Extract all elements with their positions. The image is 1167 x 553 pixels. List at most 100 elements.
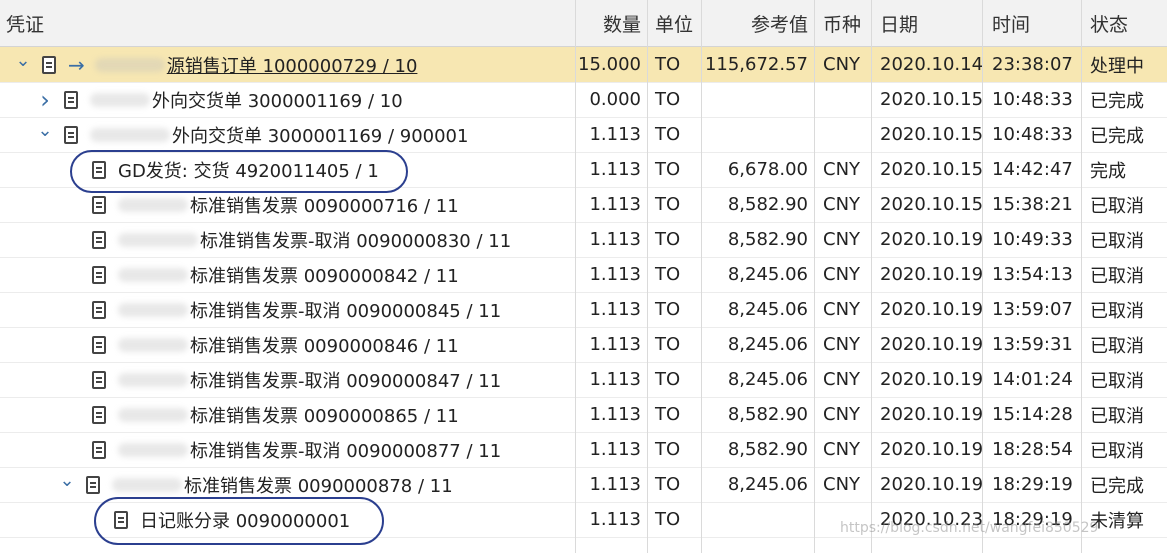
cell-status: 已完成 (1090, 90, 1144, 112)
cell-date: 2020.10.15 (880, 194, 982, 215)
cell-voucher[interactable]: ⌄ 外向交货单 3000001169 / 900001 (0, 117, 575, 152)
column-divider (575, 0, 576, 553)
table-row[interactable]: ⌄ → 源销售订单 1000000729 / 10 15.000 TO 115,672.5… (0, 47, 1167, 83)
redacted-text (118, 302, 188, 317)
cell-currency: CNY (823, 194, 861, 215)
chevron-down-icon[interactable]: ⌄ (36, 120, 54, 141)
cell-voucher[interactable]: 标准销售发票-取消 0090000845 / 11 (0, 292, 575, 327)
cell-time: 15:38:21 (992, 194, 1073, 215)
cell-voucher[interactable]: 标准销售发票-取消 0090000877 / 11 (0, 432, 575, 467)
cell-currency: CNY (823, 264, 861, 285)
document-label: 标准销售发票 0090000846 / 11 (190, 335, 459, 357)
cell-voucher[interactable]: 标准销售发票-取消 0090000847 / 11 (0, 362, 575, 397)
cell-status: 已完成 (1090, 125, 1144, 147)
document-icon (92, 440, 106, 459)
col-header-reference-value[interactable]: 参考值 (701, 0, 814, 46)
table-row[interactable]: GD发货: 交货 4920011405 / 1 1.113 TO 6,678.00 CN… (0, 152, 1167, 188)
document-label: 日记账分录 0090000001 (140, 510, 351, 532)
table-row[interactable]: 标准销售发票-取消 0090000847 / 11 1.113 TO 8,245.06… (0, 362, 1167, 398)
chevron-right-icon[interactable]: › (36, 86, 54, 114)
cell-voucher[interactable]: 标准销售发票-取消 0090000830 / 11 (0, 222, 575, 257)
col-header-time[interactable]: 时间 (982, 0, 1081, 46)
table-row[interactable]: 标准销售发票-取消 0090000845 / 11 1.113 TO 8,245.06… (0, 292, 1167, 328)
cell-voucher[interactable]: 标准销售发票 0090000716 / 11 (0, 187, 575, 222)
cell-status: 已取消 (1090, 335, 1144, 357)
col-header-unit[interactable]: 单位 (647, 0, 701, 46)
cell-status: 已取消 (1090, 300, 1144, 322)
document-icon (42, 55, 56, 74)
cell-status: 已取消 (1090, 440, 1144, 462)
cell-voucher[interactable]: ⌄ 标准销售发票 0090000878 / 11 (0, 467, 575, 502)
cell-currency: CNY (823, 229, 861, 250)
table-row[interactable]: 标准销售发票 0090000842 / 11 1.113 TO 8,245.06 CNY… (0, 257, 1167, 293)
cell-quantity: 0.000 (589, 89, 641, 110)
document-label[interactable]: 源销售订单 1000000729 / 10 (167, 52, 418, 78)
cell-time: 18:29:19 (992, 474, 1073, 495)
document-label: 标准销售发票-取消 0090000845 / 11 (190, 300, 502, 322)
cell-quantity: 1.113 (589, 474, 641, 495)
column-divider (982, 0, 983, 553)
table-row[interactable]: 标准销售发票 0090000846 / 11 1.113 TO 8,245.06 CNY… (0, 327, 1167, 363)
cell-reference-value: 8,582.90 (727, 194, 808, 215)
table-header: 凭证 数量 单位 参考值 币种 日期 时间 状态 (0, 0, 1167, 47)
cell-quantity: 1.113 (589, 404, 641, 425)
cell-quantity: 1.113 (589, 509, 641, 530)
col-header-status[interactable]: 状态 (1081, 0, 1167, 46)
table-row[interactable]: 标准销售发票 0090000865 / 11 1.113 TO 8,582.90 CNY… (0, 397, 1167, 433)
cell-unit: TO (655, 299, 681, 320)
cell-unit: TO (655, 229, 681, 250)
col-header-date[interactable]: 日期 (871, 0, 982, 46)
document-label: 标准销售发票 0090000716 / 11 (190, 195, 459, 217)
redacted-text (118, 197, 188, 212)
cell-reference-value (701, 117, 814, 152)
cell-unit: TO (655, 439, 681, 460)
column-divider (871, 0, 872, 553)
table-row[interactable]: 标准销售发票 0090000716 / 11 1.113 TO 8,582.90 CNY… (0, 187, 1167, 223)
table-row[interactable]: ⌄ 外向交货单 3000001169 / 900001 1.113 TO 2020.10… (0, 117, 1167, 153)
cell-time: 18:28:54 (992, 439, 1073, 460)
cell-reference-value: 8,582.90 (727, 404, 808, 425)
cell-reference-value: 8,245.06 (727, 474, 808, 495)
table-row[interactable]: › 外向交货单 3000001169 / 10 0.000 TO 2020.10.15 1… (0, 82, 1167, 118)
document-label: 标准销售发票-取消 0090000847 / 11 (190, 370, 502, 392)
cell-time: 23:38:07 (992, 54, 1073, 75)
redacted-text (118, 337, 188, 352)
cell-voucher[interactable]: 标准销售发票 0090000846 / 11 (0, 327, 575, 362)
redacted-text (118, 267, 188, 282)
document-label: GD发货: 交货 4920011405 / 1 (118, 160, 379, 182)
cell-status: 完成 (1090, 160, 1126, 182)
cell-date: 2020.10.15 (880, 159, 982, 180)
cell-voucher[interactable]: GD发货: 交货 4920011405 / 1 (0, 152, 575, 187)
document-flow-table: 凭证 数量 单位 参考值 币种 日期 时间 状态 ⌄ → 源销售订单 1000000… (0, 0, 1167, 553)
table-row[interactable]: 标准销售发票-取消 0090000830 / 11 1.113 TO 8,582.90… (0, 222, 1167, 258)
cell-reference-value: 8,582.90 (727, 229, 808, 250)
cell-date: 2020.10.14 (880, 54, 982, 75)
table-row[interactable]: ⌄ 标准销售发票 0090000878 / 11 1.113 TO 8,245.06 CN… (0, 467, 1167, 503)
cell-unit: TO (655, 54, 681, 75)
column-divider (647, 0, 648, 553)
redacted-text (118, 372, 188, 387)
col-header-quantity[interactable]: 数量 (575, 0, 647, 46)
col-header-voucher[interactable]: 凭证 (0, 0, 575, 46)
cell-reference-value: 8,245.06 (727, 334, 808, 355)
document-icon (92, 195, 106, 214)
cell-voucher[interactable]: 标准销售发票 0090000842 / 11 (0, 257, 575, 292)
cell-reference-value: 6,678.00 (727, 159, 808, 180)
chevron-down-icon[interactable]: ⌄ (58, 470, 76, 491)
cell-date: 2020.10.15 (880, 89, 982, 110)
cell-currency: CNY (823, 54, 861, 75)
cell-voucher[interactable]: ⌄ → 源销售订单 1000000729 / 10 (0, 47, 575, 82)
col-header-currency[interactable]: 币种 (814, 0, 871, 46)
cell-reference-value (701, 82, 814, 117)
redacted-text (94, 57, 165, 72)
cell-currency: CNY (823, 404, 861, 425)
table-row[interactable]: 标准销售发票-取消 0090000877 / 11 1.113 TO 8,582.90… (0, 432, 1167, 468)
cell-reference-value: 8,582.90 (727, 439, 808, 460)
cell-voucher[interactable]: 日记账分录 0090000001 (0, 502, 575, 537)
cell-voucher[interactable]: › 外向交货单 3000001169 / 10 (0, 82, 575, 117)
document-icon (64, 125, 78, 144)
cell-quantity: 1.113 (589, 124, 641, 145)
cell-unit: TO (655, 159, 681, 180)
cell-voucher[interactable]: 标准销售发票 0090000865 / 11 (0, 397, 575, 432)
chevron-down-icon[interactable]: ⌄ (14, 50, 32, 71)
